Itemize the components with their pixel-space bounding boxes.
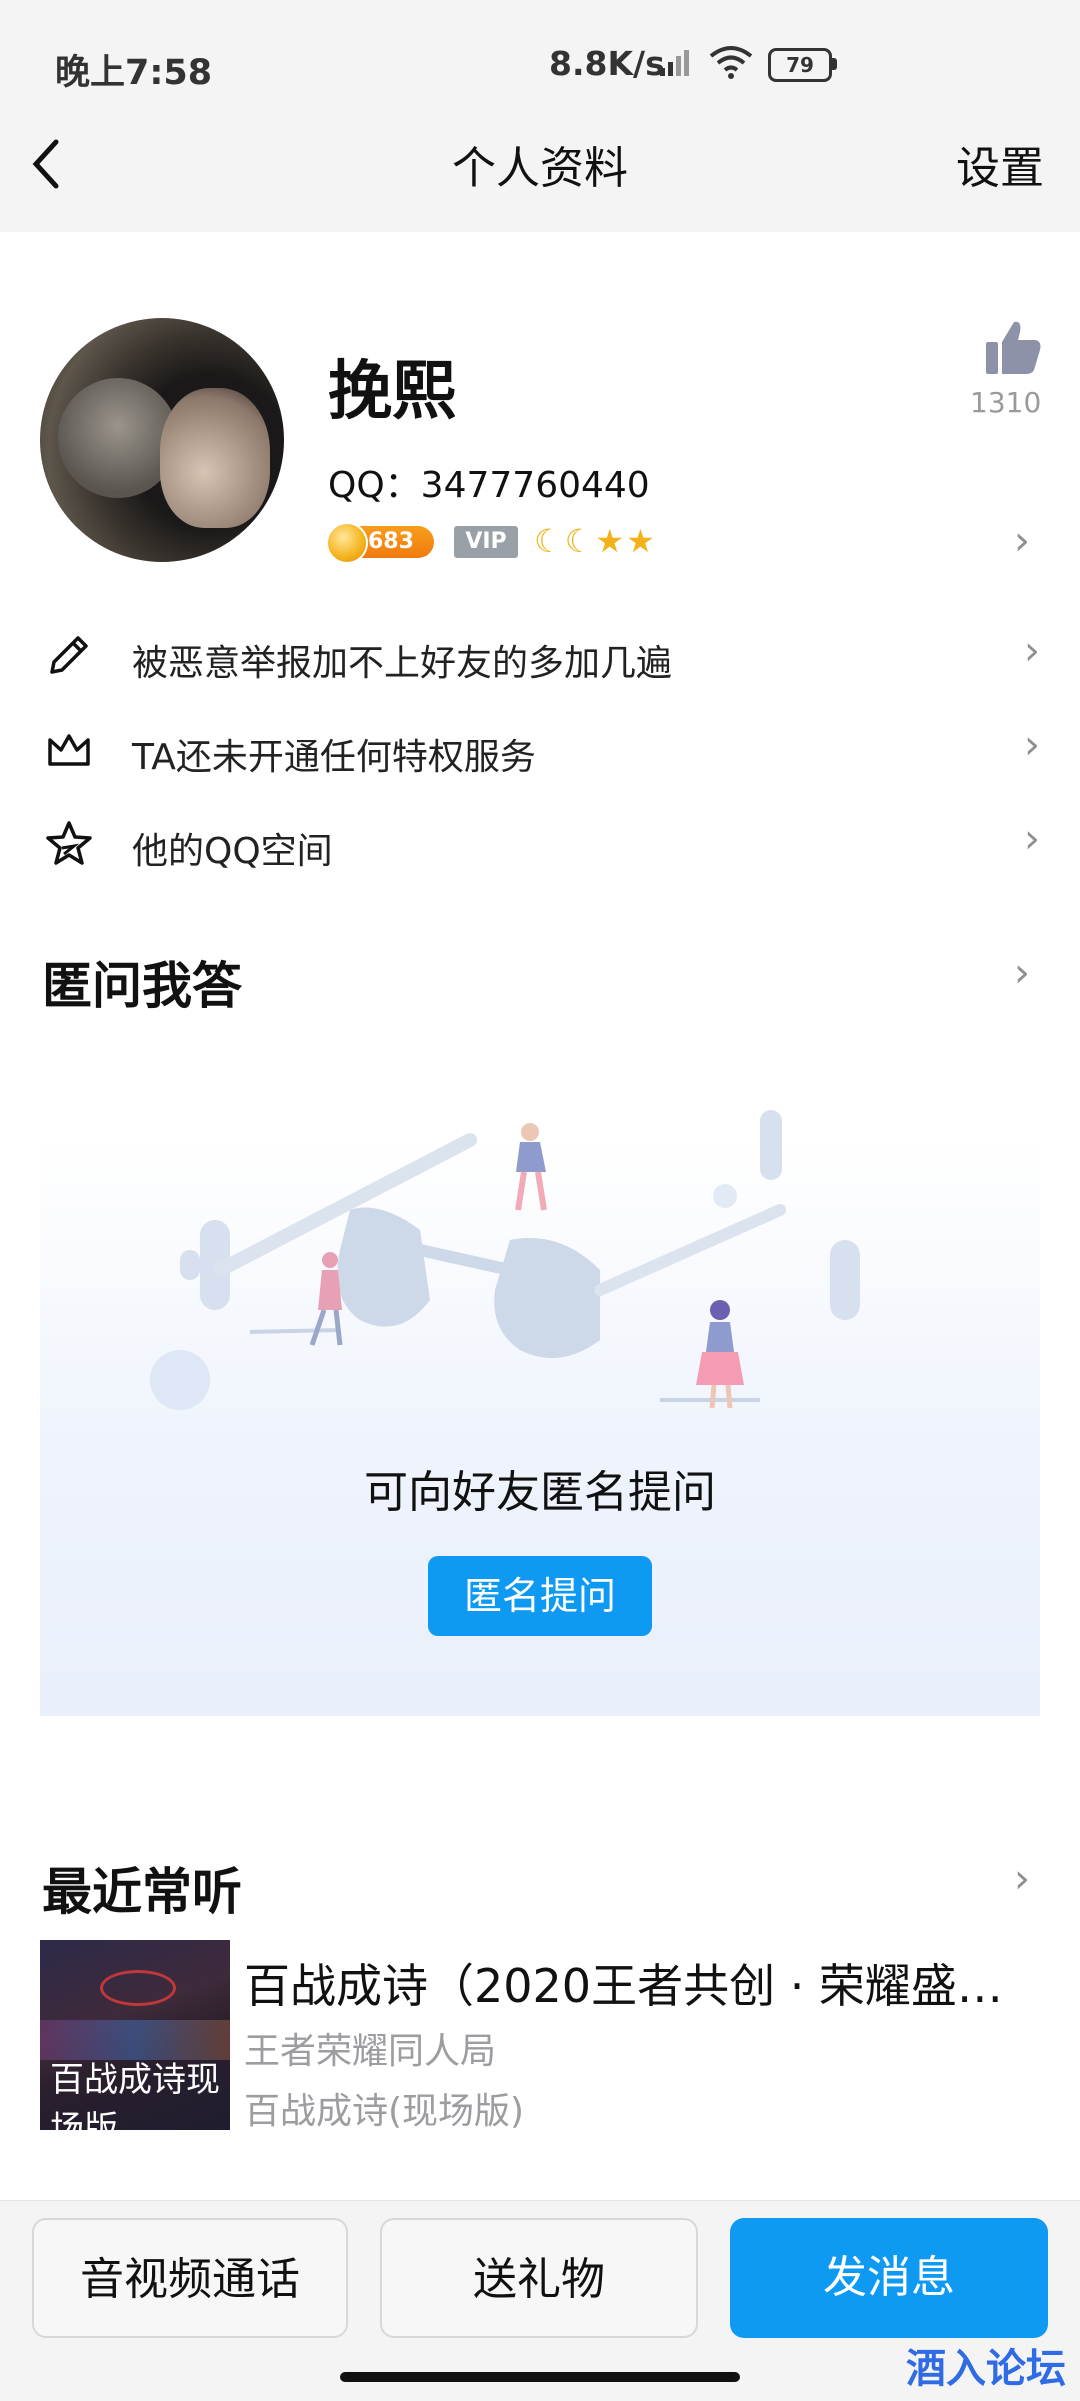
network-speed: 8.8K/s [549,44,665,83]
avatar[interactable] [40,318,284,562]
pencil-icon [50,636,88,674]
like-icon[interactable] [984,318,1044,376]
gift-button[interactable]: 送礼物 [380,2218,698,2338]
song-album: 百战成诗(现场版) [244,2091,525,2132]
level-stars-icon: ☾☾★★ [534,522,657,560]
privilege-text: TA还未开通任何特权服务 [132,737,536,778]
top-bar [0,0,1080,232]
like-count: 1310 [970,386,1042,419]
vip-badge: VIP [454,526,518,558]
anon-section-title: 匿问我答 [42,957,242,1015]
settings-button[interactable]: 设置 [956,132,1044,196]
qzone-text: 他的QQ空间 [132,831,333,872]
page-title: 个人资料 [452,143,628,194]
call-button[interactable]: 音视频通话 [32,2218,348,2338]
star-icon [46,821,92,865]
signature-row[interactable]: 被恶意举报加不上好友的多加几遍 › [40,610,1040,700]
home-indicator[interactable] [340,2372,740,2382]
chevron-right-icon: › [1024,722,1040,768]
qq-number: QQ：3477760440 [328,465,650,506]
music-section-title: 最近常听 [42,1863,242,1921]
crown-icon [48,734,90,766]
signal-icon [660,50,689,76]
album-art-text: 百战成诗现场版 [50,2060,220,2130]
sunglasses-illustration-icon [150,1110,860,1410]
chevron-right-icon[interactable]: › [1014,950,1030,996]
anon-prompt: 可向好友匿名提问 [364,1467,716,1518]
chevron-right-icon: › [1024,816,1040,862]
coin-icon [326,522,368,564]
chevron-right-icon[interactable]: › [1014,1856,1030,1902]
status-time: 晚上7:58 [55,53,213,93]
watermark: 酒入论坛 [906,2346,1066,2392]
privilege-row[interactable]: TA还未开通任何特权服务 › [40,704,1040,794]
song-title[interactable]: 百战成诗（2020王者共创 · 荣耀盛… [244,1950,1034,2016]
battery-indicator: 79 [768,48,832,82]
anon-ask-button[interactable]: 匿名提问 [428,1556,652,1636]
wifi-icon [709,46,753,79]
send-message-button[interactable]: 发消息 [730,2218,1048,2338]
chevron-right-icon[interactable]: › [1014,518,1030,564]
qzone-row[interactable]: 他的QQ空间 › [40,798,1040,888]
profile-name: 挽熙 [328,355,456,429]
chevron-right-icon: › [1024,628,1040,674]
album-cover[interactable]: 百战成诗现场版 [40,1940,230,2130]
signature-text: 被恶意举报加不上好友的多加几遍 [132,643,673,684]
song-artist: 王者荣耀同人局 [244,2031,497,2072]
battery-tip [832,58,837,70]
